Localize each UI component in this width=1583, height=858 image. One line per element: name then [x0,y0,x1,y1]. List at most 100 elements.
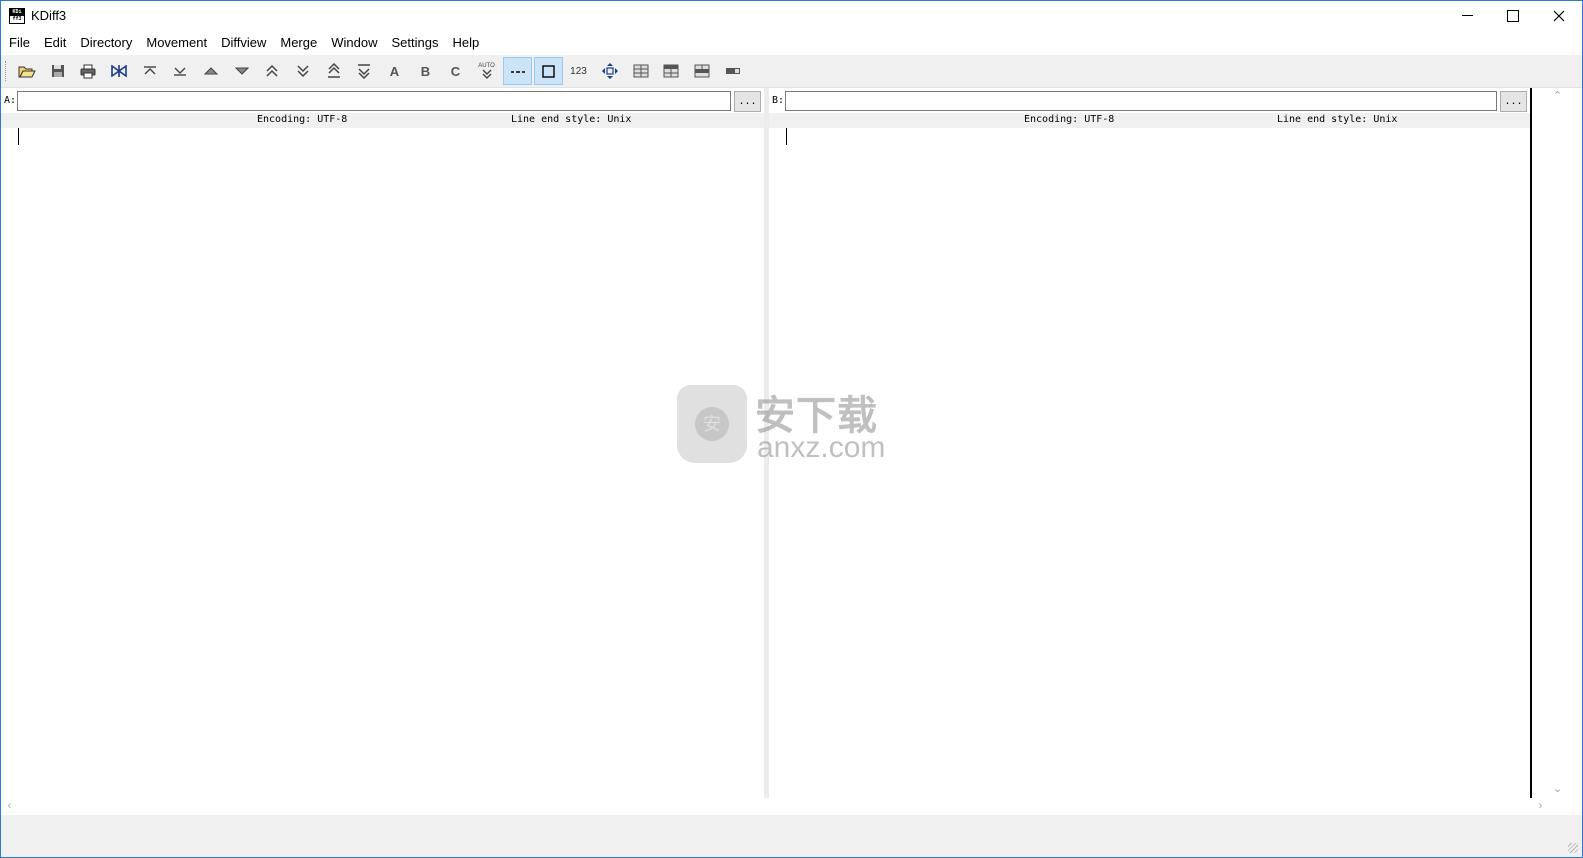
pane-a-encoding: Encoding: UTF-8 [257,114,348,125]
menu-directory[interactable]: Directory [73,32,139,54]
go-next-unsolved-icon [357,64,370,79]
menu-merge[interactable]: Merge [273,32,324,54]
close-button[interactable] [1536,1,1582,31]
go-bottom-button[interactable] [165,57,194,85]
pane-b-encoding: Encoding: UTF-8 [1024,114,1115,125]
split-layout-3-icon [694,64,709,78]
kdiff3-window: KDi ff3 KDiff3 File Edit Directory Movem… [0,0,1583,858]
select-b-button[interactable]: B [411,57,440,85]
pane-a-label: A: [4,95,17,106]
show-line-numbers-button[interactable]: 123 [564,57,593,85]
horizontal-scrollbar[interactable]: ‹ › [1,798,1549,815]
print-icon [80,64,95,78]
pane-a-line-end-style: Line end style: Unix [511,114,632,125]
go-next-delta-icon [234,67,249,75]
pane-a-text-area[interactable] [1,128,764,798]
menu-edit[interactable]: Edit [37,32,73,54]
go-prev-conflict-button[interactable] [257,57,286,85]
go-bottom-icon [173,67,186,76]
select-b-icon: B [420,63,431,79]
go-top-button[interactable] [135,57,164,85]
scroll-down-icon[interactable]: ⌄ [1549,781,1566,798]
go-next-conflict-icon [296,65,309,78]
open-button[interactable] [12,57,41,85]
overview-separator [1530,88,1532,798]
menu-file[interactable]: File [1,32,37,54]
split-layout-2-icon [663,64,678,78]
app-icon-top-text: KDi [10,9,24,16]
watermark-shield-icon: 安 [677,385,747,463]
move-view-button[interactable] [595,57,624,85]
go-prev-conflict-icon [265,64,278,77]
go-top-icon [143,66,156,75]
toolbar: A B C AUTO 123 [1,55,1582,88]
pane-a-caret [18,128,19,145]
scroll-up-icon[interactable]: ⌃ [1549,88,1566,105]
menu-diffview[interactable]: Diffview [214,32,273,54]
open-icon [18,66,36,78]
select-c-icon: C [450,63,461,79]
show-whitespace-icon [510,71,525,73]
print-button[interactable] [73,57,102,85]
scroll-left-icon[interactable]: ‹ [1,798,18,815]
watermark-en-text: anxz.com [757,431,886,464]
vertical-scrollbar[interactable]: ⌃ ⌄ [1549,88,1566,798]
go-prev-delta-icon [203,67,218,75]
maximize-button[interactable] [1490,1,1536,31]
go-next-conflict-button[interactable] [288,57,317,85]
select-a-icon: A [389,63,400,79]
pane-a-browse-button[interactable]: ... [734,91,761,112]
toggle-overview-icon [725,68,740,74]
toolbar-grip[interactable] [5,61,9,81]
menu-movement[interactable]: Movement [139,32,214,54]
pane-b-path-input[interactable] [785,91,1497,111]
go-next-unsolved-button[interactable] [349,57,378,85]
show-line-numbers-icon: 123 [570,65,587,77]
split-layout-button[interactable] [626,57,655,85]
pane-b-caret [786,128,787,145]
show-whitespace-button[interactable] [503,57,532,85]
go-prev-unsolved-button[interactable] [319,57,348,85]
go-prev-delta-button[interactable] [196,57,225,85]
watermark-logo: 安 安下载 anxz.com [677,383,892,465]
watermark-shield-glyph: 安 [695,407,729,441]
pane-b-label: B: [772,95,785,106]
menu-window[interactable]: Window [324,32,384,54]
scroll-right-icon[interactable]: › [1532,798,1549,815]
menu-settings[interactable]: Settings [384,32,445,54]
pane-b-line-end-style: Line end style: Unix [1277,114,1398,125]
toggle-overview-button[interactable] [718,57,747,85]
app-icon-bottom-text: ff3 [12,16,22,22]
menu-bar: File Edit Directory Movement Diffview Me… [1,32,1582,54]
auto-advance-button[interactable]: AUTO [472,57,501,85]
auto-advance-arrows-icon [482,69,491,79]
show-whitespace-chars-button[interactable] [534,57,563,85]
split-layout-3-button[interactable] [687,57,716,85]
go-prev-unsolved-icon [327,63,340,78]
status-bar [1,815,1582,857]
go-current-delta-button[interactable] [104,57,133,85]
select-a-button[interactable]: A [380,57,409,85]
save-icon [51,65,64,77]
app-icon: KDi ff3 [9,8,25,24]
show-whitespace-chars-icon [542,64,555,78]
minimize-icon [1461,15,1473,17]
pane-a-path-input[interactable] [17,91,731,111]
select-c-button[interactable]: C [441,57,470,85]
pane-b-info-bar: Encoding: UTF-8 Line end style: Unix [769,113,1530,128]
pane-a-info-bar: Encoding: UTF-8 Line end style: Unix [1,113,764,128]
go-next-delta-button[interactable] [227,57,256,85]
title-bar: KDi ff3 KDiff3 [1,1,1582,31]
split-layout-2-button[interactable] [656,57,685,85]
pane-a: A: ... Encoding: UTF-8 Line end style: U… [1,88,764,798]
minimize-button[interactable] [1444,1,1490,31]
menu-help[interactable]: Help [445,32,486,54]
pane-b-browse-button[interactable]: ... [1500,91,1527,112]
close-icon [1553,10,1565,22]
split-layout-icon [633,64,648,78]
size-grip-icon[interactable] [1568,843,1578,853]
maximize-icon [1507,9,1519,22]
go-current-delta-icon [110,65,127,77]
move-view-icon [601,63,618,79]
save-button[interactable] [43,57,72,85]
